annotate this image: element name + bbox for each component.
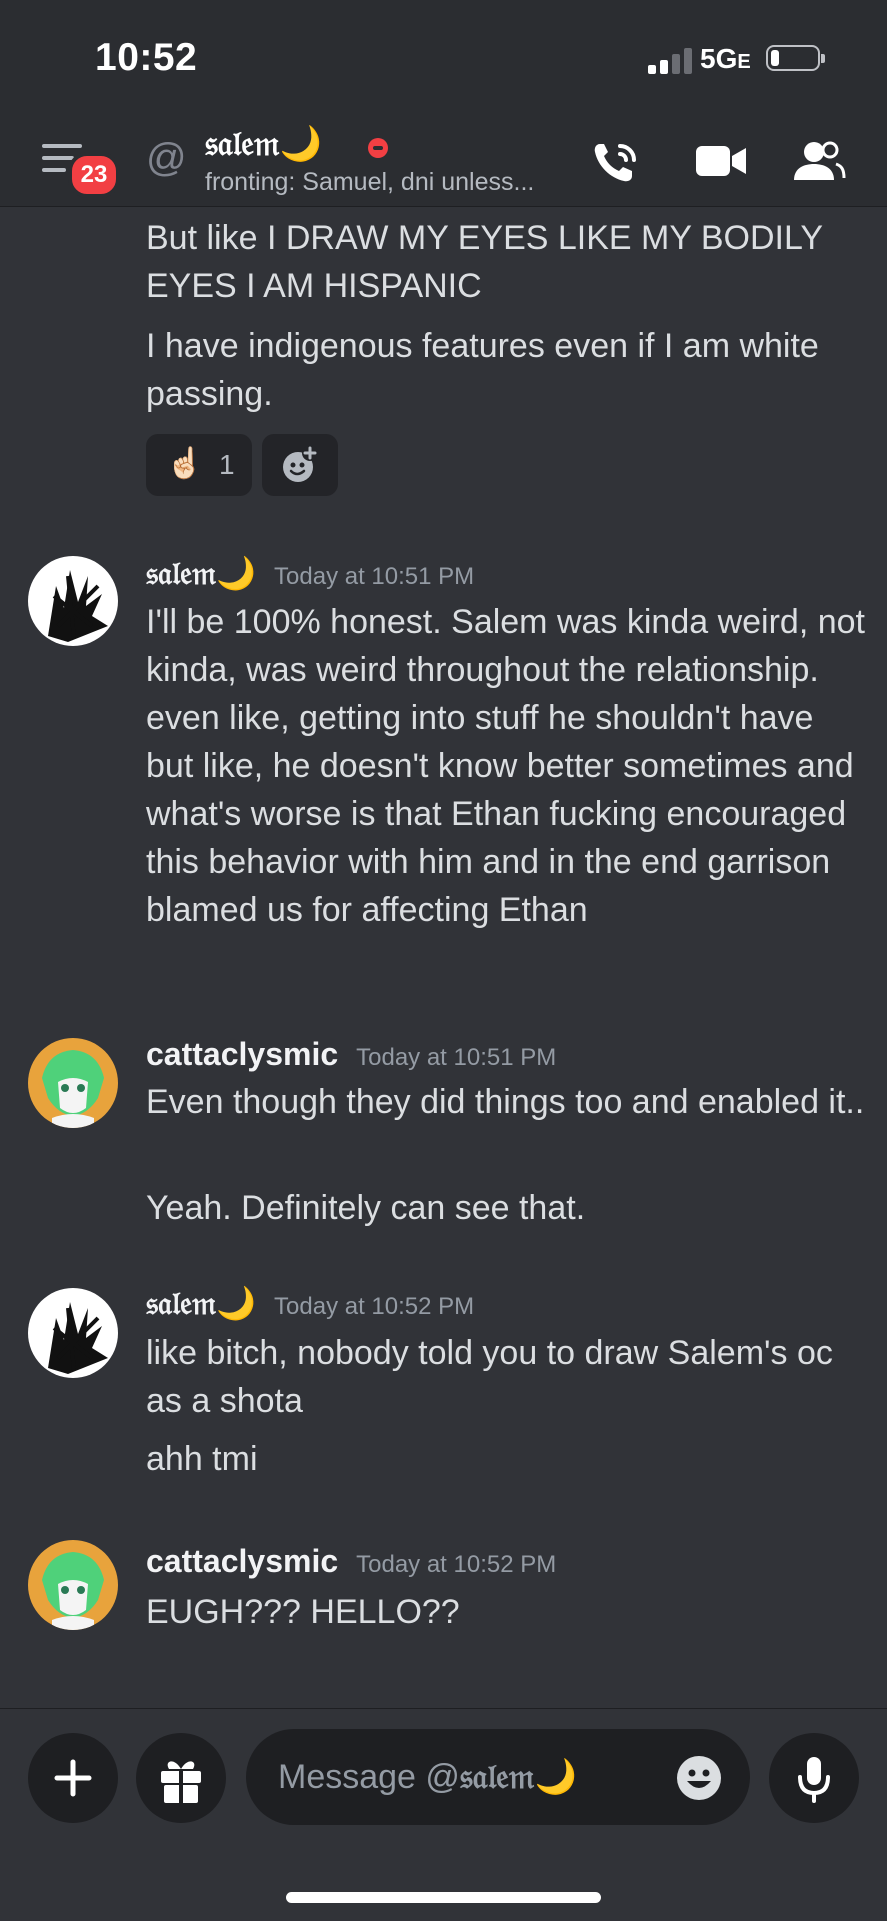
avatar-cattaclysmic[interactable] [28, 1038, 118, 1128]
message-text: like bitch, nobody told you to draw Sale… [146, 1334, 833, 1420]
dm-header: 23 @ 𝔰𝔞𝔩𝔢𝔪🌙 fronting: Samuel, dni unless… [0, 118, 887, 207]
unread-badge: 23 [68, 152, 120, 198]
gift-icon[interactable] [136, 1733, 226, 1823]
network-label: 5GE [700, 43, 751, 74]
signal-icon [648, 48, 694, 74]
phone-call-icon[interactable] [590, 138, 644, 186]
reaction-chip[interactable]: ☝🏻 1 [146, 434, 252, 496]
avatar-cattaclysmic[interactable] [28, 1540, 118, 1630]
message-text: EUGH??? HELLO?? [146, 1593, 460, 1631]
emoji-icon[interactable] [676, 1755, 722, 1801]
message-text: Yeah. Definitely can see that. [146, 1189, 586, 1227]
dm-title[interactable]: 𝔰𝔞𝔩𝔢𝔪🌙 [205, 124, 322, 164]
avatar-salem[interactable] [28, 556, 118, 646]
video-call-icon[interactable] [694, 138, 748, 186]
message-text: I'll be 100% honest. Salem was kinda wei… [146, 603, 865, 929]
dnd-status-icon [368, 138, 388, 158]
message-input-placeholder: Message @𝔰𝔞𝔩𝔢𝔪🌙 [278, 1757, 577, 1797]
message-text: ahh tmi [146, 1440, 258, 1478]
status-time: 10:52 [95, 36, 198, 79]
message-timestamp: Today at 10:52 PM [356, 1551, 557, 1578]
avatar-salem[interactable] [28, 1288, 118, 1378]
plus-icon[interactable] [28, 1733, 118, 1823]
message-timestamp: Today at 10:51 PM [274, 563, 475, 590]
custom-status[interactable]: fronting: Samuel, dni unless... [205, 168, 534, 197]
at-icon: @ [146, 136, 187, 180]
message-timestamp: Today at 10:52 PM [274, 1293, 475, 1320]
microphone-icon[interactable] [769, 1733, 859, 1823]
members-icon[interactable] [792, 138, 846, 186]
point-up-emoji: ☝🏻 [166, 447, 204, 480]
add-reaction-icon[interactable] [262, 434, 338, 496]
message-timestamp: Today at 10:51 PM [356, 1044, 557, 1071]
message-author[interactable]: 𝔰𝔞𝔩𝔢𝔪🌙 Today at 10:52 PM [146, 1284, 474, 1323]
message-text: Even though they did things too and enab… [146, 1083, 865, 1121]
message-text: But like I DRAW MY EYES LIKE MY BODILY E… [146, 219, 823, 305]
message-text: I have indigenous features even if I am … [146, 327, 819, 413]
message-input[interactable]: Message @𝔰𝔞𝔩𝔢𝔪🌙 [246, 1729, 750, 1825]
status-bar: 10:52 5GE [0, 0, 887, 118]
message-author[interactable]: cattaclysmic Today at 10:51 PM [146, 1036, 556, 1073]
message-author[interactable]: 𝔰𝔞𝔩𝔢𝔪🌙 Today at 10:51 PM [146, 554, 474, 593]
battery-icon [766, 45, 825, 71]
message-author[interactable]: cattaclysmic Today at 10:52 PM [146, 1543, 556, 1580]
reaction-count: 1 [219, 449, 235, 480]
home-indicator [286, 1892, 601, 1903]
message-composer: Message @𝔰𝔞𝔩𝔢𝔪🌙 [0, 1708, 887, 1921]
